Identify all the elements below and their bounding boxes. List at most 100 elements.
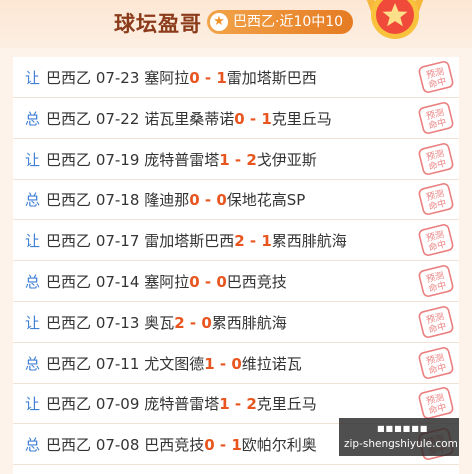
match-row-text: 让巴西乙 07-09 庞特普雷塔1 - 2克里丘马 — [25, 393, 317, 414]
site-watermark: ■■■■■■ zip-shengshiyule.com — [339, 418, 459, 456]
match-type: 让 — [25, 150, 41, 169]
home-team: 庞特普雷塔 — [144, 150, 220, 169]
badge-label: 巴西乙·近10中10 — [233, 14, 344, 30]
home-team: 诺瓦里桑蒂诺 — [144, 109, 235, 128]
league-name: 巴西乙 — [46, 313, 92, 332]
match-date: 07-11 — [95, 354, 140, 373]
away-team: 累西腓航海 — [211, 313, 287, 332]
match-row-text: 总巴西乙 07-18 隆迪那0 - 0保地花高SP — [25, 189, 305, 210]
match-type: 让 — [25, 69, 41, 87]
score-separator: - — [199, 69, 217, 87]
hit-stamp-icon: 预测命中 — [418, 346, 454, 379]
match-row-text: 总巴西乙 07-14 塞阿拉0 - 0巴西竞技 — [25, 271, 287, 292]
match-type: 总 — [25, 191, 41, 210]
score-separator: - — [244, 109, 262, 128]
home-team: 塞阿拉 — [144, 273, 190, 291]
away-score: 0 — [216, 273, 227, 291]
match-date: 07-13 — [95, 313, 140, 332]
star-icon: ★ — [210, 13, 228, 31]
league-name: 巴西乙 — [46, 69, 92, 87]
match-type: 让 — [25, 232, 41, 251]
hit-stamp-icon: 预测命中 — [418, 101, 454, 134]
league-record-badge[interactable]: ★ 巴西乙·近10中10 — [207, 10, 354, 34]
match-row[interactable]: 总巴西乙 07-22 诺瓦里桑蒂诺0 - 1克里丘马 预测 命中 — [13, 98, 459, 139]
watermark-top-text: ■■■■■■ — [377, 424, 429, 433]
match-type: 让 — [25, 313, 41, 332]
home-score: 1 — [204, 354, 215, 373]
match-row[interactable]: 总巴西乙 07-14 塞阿拉0 - 0巴西竞技 预测 命中 — [13, 261, 459, 302]
away-score: 0 — [201, 313, 212, 332]
home-team: 雷加塔斯巴西 — [144, 232, 235, 251]
home-team: 奥瓦 — [144, 313, 175, 332]
match-row-text: 让巴西乙 07-23 塞阿拉0 - 1雷加塔斯巴西 — [25, 67, 317, 88]
match-date: 07-18 — [95, 191, 140, 210]
home-score: 1 — [219, 150, 230, 169]
league-name: 巴西乙 — [46, 109, 92, 128]
league-name: 巴西乙 — [46, 436, 92, 455]
league-name: 巴西乙 — [46, 150, 92, 169]
match-row-text: 总巴西乙 07-08 巴西竞技0 - 1欧帕尔利奥 — [25, 434, 317, 455]
match-type: 总 — [25, 273, 41, 291]
away-score: 1 — [261, 232, 272, 251]
match-row[interactable]: 让巴西乙 07-19 庞特普雷塔1 - 2戈伊亚斯 预测 命中 — [13, 139, 459, 180]
away-score: 2 — [246, 150, 257, 169]
league-name: 巴西乙 — [46, 191, 92, 210]
match-row[interactable]: 让巴西乙 07-17 雷加塔斯巴西2 - 1累西腓航海 预测 命中 — [13, 220, 459, 262]
match-date: 07-17 — [95, 232, 140, 251]
hit-stamp-icon: 预测命中 — [418, 61, 454, 93]
match-date: 07-22 — [95, 109, 140, 128]
match-row-text: 让巴西乙 07-13 奥瓦2 - 0累西腓航海 — [25, 312, 287, 333]
away-score: 0 — [216, 191, 227, 210]
away-team: 维拉诺瓦 — [241, 354, 302, 373]
home-score: 0 — [189, 191, 200, 210]
score-separator: - — [229, 150, 247, 169]
header-bar: 球坛盈哥 ★ 巴西乙·近10中10 — [0, 0, 472, 48]
away-team: 雷加塔斯巴西 — [226, 69, 317, 87]
away-team: 欧帕尔利奥 — [241, 436, 317, 455]
hit-stamp-icon: 预测命中 — [418, 142, 454, 175]
away-team: 克里丘马 — [271, 109, 332, 128]
hit-stamp-icon: 预测命中 — [418, 387, 454, 420]
score-separator: - — [199, 273, 217, 291]
prediction-list: 让巴西乙 07-23 塞阿拉0 - 1雷加塔斯巴西 预测 命中总巴西乙 07-22 … — [13, 57, 459, 474]
away-score: 0 — [231, 354, 242, 373]
league-name: 巴西乙 — [46, 232, 92, 251]
score-separator: - — [214, 354, 232, 373]
home-team: 塞阿拉 — [144, 69, 190, 87]
match-row[interactable]: 总巴西乙 07-11 尤文图德1 - 0维拉诺瓦 预测 命中 — [13, 343, 459, 384]
match-date: 07-19 — [95, 150, 140, 169]
match-row-text: 总巴西乙 07-11 尤文图德1 - 0维拉诺瓦 — [25, 353, 302, 374]
league-name: 巴西乙 — [46, 354, 92, 373]
score-separator: - — [214, 436, 232, 455]
away-score: 1 — [231, 436, 242, 455]
page-title: 球坛盈哥 — [114, 12, 202, 36]
away-score: 2 — [246, 395, 257, 414]
home-team: 巴西竞技 — [144, 436, 205, 455]
match-row-text: 让巴西乙 07-17 雷加塔斯巴西2 - 1累西腓航海 — [25, 230, 347, 251]
score-separator: - — [244, 232, 262, 251]
hit-stamp-icon: 预测命中 — [418, 183, 454, 216]
match-type: 总 — [25, 109, 41, 128]
away-team: 累西腓航海 — [271, 232, 347, 251]
score-separator: - — [199, 191, 217, 210]
home-team: 尤文图德 — [144, 354, 205, 373]
match-date: 07-23 — [95, 69, 140, 87]
score-separator: - — [184, 313, 202, 332]
match-type: 总 — [25, 436, 41, 455]
match-row[interactable]: 总巴西乙 07-18 隆迪那0 - 0保地花高SP 预测 命中 — [13, 179, 459, 221]
home-team: 隆迪那 — [144, 191, 190, 210]
score-separator: - — [229, 395, 247, 414]
match-row-text: 总巴西乙 07-22 诺瓦里桑蒂诺0 - 1克里丘马 — [25, 108, 332, 129]
league-name: 巴西乙 — [46, 273, 92, 291]
home-score: 2 — [234, 232, 245, 251]
match-type: 让 — [25, 395, 41, 414]
match-date: 07-09 — [95, 395, 140, 414]
hit-stamp-icon: 预测命中 — [418, 265, 454, 297]
match-date: 07-14 — [95, 273, 140, 291]
watermark-url: zip-shengshiyule.com — [344, 438, 458, 450]
star-medal-icon — [366, 0, 424, 39]
match-row[interactable]: 让巴西乙 07-23 塞阿拉0 - 1雷加塔斯巴西 预测 命中 — [13, 57, 459, 98]
home-score: 0 — [189, 273, 200, 291]
home-score: 0 — [204, 436, 215, 455]
match-row[interactable]: 让巴西乙 07-13 奥瓦2 - 0累西腓航海 预测 命中 — [13, 302, 459, 343]
